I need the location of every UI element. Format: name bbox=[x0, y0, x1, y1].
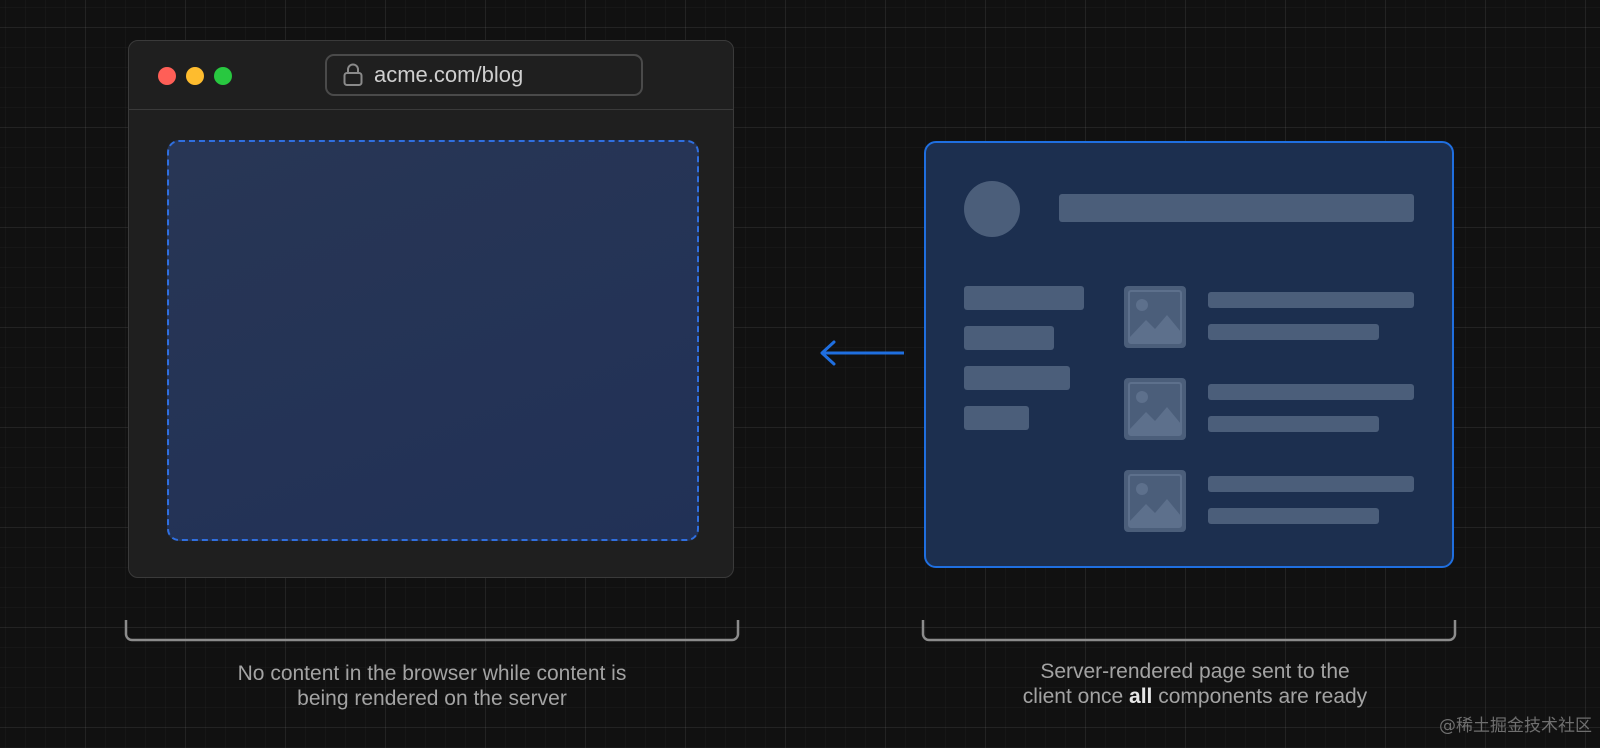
header-bar-placeholder bbox=[1059, 194, 1414, 222]
media-title-placeholder bbox=[1208, 476, 1414, 492]
left-bracket bbox=[124, 620, 740, 642]
rendered-page-card bbox=[924, 141, 1454, 568]
right-caption-line1: Server-rendered page sent to the bbox=[1040, 660, 1350, 683]
media-subtitle-placeholder bbox=[1208, 324, 1379, 340]
sidebar-item-placeholder bbox=[964, 286, 1084, 310]
left-caption: No content in the browser while content … bbox=[144, 661, 720, 711]
image-icon bbox=[1124, 470, 1186, 532]
right-bracket bbox=[921, 620, 1457, 642]
browser-window: acme.com/blog bbox=[128, 40, 734, 578]
arrow-left-icon bbox=[820, 340, 904, 366]
media-title-placeholder bbox=[1208, 384, 1414, 400]
image-icon bbox=[1124, 378, 1186, 440]
sidebar-item-placeholder bbox=[964, 366, 1070, 390]
media-subtitle-placeholder bbox=[1208, 508, 1379, 524]
right-caption: Server-rendered page sent to the client … bbox=[935, 659, 1455, 709]
media-subtitle-placeholder bbox=[1208, 416, 1379, 432]
left-caption-line2: being rendered on the server bbox=[297, 687, 567, 710]
maximize-window-dot[interactable] bbox=[214, 67, 232, 85]
left-caption-line1: No content in the browser while content … bbox=[237, 662, 627, 685]
lock-icon bbox=[342, 62, 364, 88]
sidebar-item-placeholder bbox=[964, 406, 1029, 430]
minimize-window-dot[interactable] bbox=[186, 67, 204, 85]
sidebar-item-placeholder bbox=[964, 326, 1054, 350]
right-caption-line2: client once all components are ready bbox=[935, 684, 1455, 709]
browser-toolbar: acme.com/blog bbox=[129, 41, 733, 110]
empty-content-placeholder bbox=[167, 140, 699, 541]
address-bar[interactable]: acme.com/blog bbox=[325, 54, 643, 96]
watermark: @稀土掘金技术社区 bbox=[1439, 716, 1592, 736]
media-title-placeholder bbox=[1208, 292, 1414, 308]
right-caption-emphasis: all bbox=[1129, 685, 1153, 708]
right-caption-text-after: components are ready bbox=[1152, 685, 1368, 708]
right-caption-text-before: client once bbox=[1022, 685, 1130, 708]
image-icon bbox=[1124, 286, 1186, 348]
close-window-dot[interactable] bbox=[158, 67, 176, 85]
url-text: acme.com/blog bbox=[374, 62, 524, 87]
avatar-placeholder bbox=[964, 181, 1020, 237]
